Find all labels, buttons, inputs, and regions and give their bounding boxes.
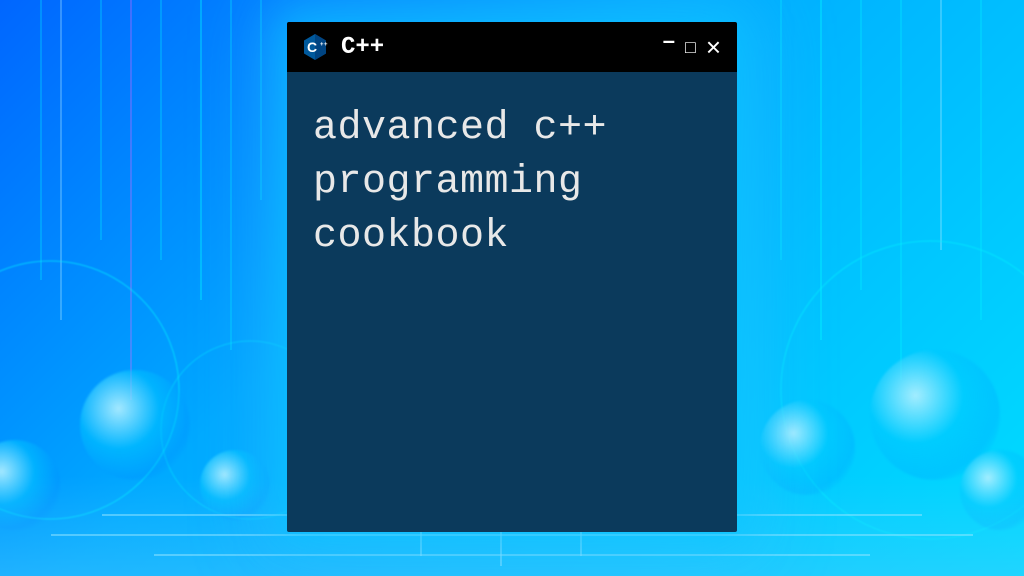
terminal-window: C + + C++ – □ × advanced c++ programming… (287, 22, 737, 532)
svg-text:+: + (324, 42, 328, 48)
svg-text:C: C (307, 39, 317, 55)
window-titlebar[interactable]: C + + C++ – □ × (287, 22, 737, 72)
window-body: advanced c++ programming cookbook (287, 72, 737, 532)
cpp-icon: C + + (301, 33, 329, 61)
close-button[interactable]: × (704, 34, 723, 60)
content-text: advanced c++ programming cookbook (313, 102, 711, 264)
minimize-button[interactable]: – (661, 30, 677, 52)
window-title: C++ (341, 34, 649, 61)
window-controls: – □ × (661, 34, 723, 60)
maximize-button[interactable]: □ (683, 38, 698, 56)
